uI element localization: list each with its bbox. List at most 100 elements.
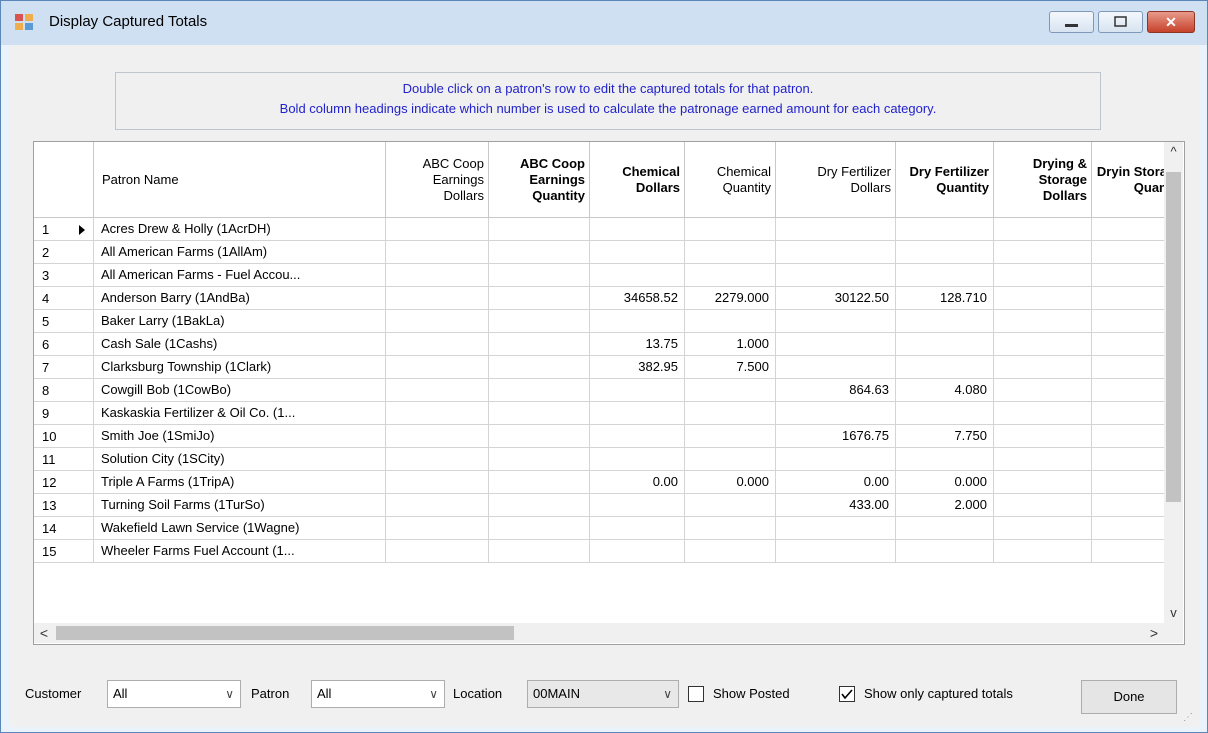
patron-name-cell[interactable]: Cash Sale (1Cashs) xyxy=(94,333,386,356)
value-cell[interactable] xyxy=(1092,310,1172,333)
value-cell[interactable] xyxy=(994,540,1092,563)
value-cell[interactable] xyxy=(489,448,590,471)
value-cell[interactable] xyxy=(489,379,590,402)
value-cell[interactable] xyxy=(489,517,590,540)
value-cell[interactable] xyxy=(386,494,489,517)
value-cell[interactable] xyxy=(386,448,489,471)
value-cell[interactable] xyxy=(386,471,489,494)
row-number[interactable]: 13 xyxy=(34,494,94,517)
value-cell[interactable] xyxy=(685,379,776,402)
value-cell[interactable] xyxy=(896,402,994,425)
column-header[interactable]: Dry Fertilizer Quantity xyxy=(896,142,994,218)
patron-name-cell[interactable]: Anderson Barry (1AndBa) xyxy=(94,287,386,310)
row-number[interactable]: 5 xyxy=(34,310,94,333)
row-number[interactable]: 9 xyxy=(34,402,94,425)
row-number[interactable]: 10 xyxy=(34,425,94,448)
table-row[interactable]: 2 All American Farms (1AllAm) xyxy=(34,241,1172,264)
row-number[interactable]: 4 xyxy=(34,287,94,310)
column-header[interactable]: ABC Coop Earnings Quantity xyxy=(489,142,590,218)
patron-name-cell[interactable]: Smith Joe (1SmiJo) xyxy=(94,425,386,448)
show-posted-label[interactable]: Show Posted xyxy=(713,686,790,701)
value-cell[interactable] xyxy=(776,264,896,287)
patron-name-cell[interactable]: Wheeler Farms Fuel Account (1... xyxy=(94,540,386,563)
value-cell[interactable]: 0.000 xyxy=(685,471,776,494)
row-number[interactable]: 2 xyxy=(34,241,94,264)
row-number[interactable]: 11 xyxy=(34,448,94,471)
location-select[interactable]: 00MAIN ∨ xyxy=(527,680,679,708)
value-cell[interactable] xyxy=(386,517,489,540)
value-cell[interactable] xyxy=(994,494,1092,517)
value-cell[interactable] xyxy=(994,425,1092,448)
value-cell[interactable] xyxy=(489,425,590,448)
value-cell[interactable] xyxy=(1092,264,1172,287)
value-cell[interactable] xyxy=(685,494,776,517)
value-cell[interactable] xyxy=(994,448,1092,471)
value-cell[interactable] xyxy=(896,310,994,333)
patron-name-cell[interactable]: Cowgill Bob (1CowBo) xyxy=(94,379,386,402)
table-row[interactable]: 14 Wakefield Lawn Service (1Wagne) xyxy=(34,517,1172,540)
value-cell[interactable] xyxy=(590,218,685,241)
value-cell[interactable] xyxy=(776,310,896,333)
table-row[interactable]: 1 Acres Drew & Holly (1AcrDH) xyxy=(34,218,1172,241)
horizontal-scrollbar[interactable]: < > xyxy=(34,623,1164,643)
value-cell[interactable]: 0.000 xyxy=(896,471,994,494)
scroll-up-icon[interactable]: ^ xyxy=(1164,142,1183,162)
value-cell[interactable] xyxy=(386,241,489,264)
patron-name-cell[interactable]: Baker Larry (1BakLa) xyxy=(94,310,386,333)
value-cell[interactable]: 382.95 xyxy=(590,356,685,379)
value-cell[interactable] xyxy=(489,264,590,287)
value-cell[interactable] xyxy=(386,218,489,241)
column-header[interactable]: Chemical Dollars xyxy=(590,142,685,218)
row-number[interactable]: 6 xyxy=(34,333,94,356)
value-cell[interactable]: 13.75 xyxy=(590,333,685,356)
table-row[interactable]: 4 Anderson Barry (1AndBa) 34658.52 2279.000… xyxy=(34,287,1172,310)
done-button[interactable]: Done xyxy=(1081,680,1177,714)
patron-name-cell[interactable]: Solution City (1SCity) xyxy=(94,448,386,471)
vertical-scroll-thumb[interactable] xyxy=(1166,172,1181,502)
value-cell[interactable] xyxy=(590,241,685,264)
value-cell[interactable] xyxy=(590,264,685,287)
value-cell[interactable] xyxy=(386,402,489,425)
value-cell[interactable] xyxy=(994,218,1092,241)
value-cell[interactable] xyxy=(994,310,1092,333)
value-cell[interactable] xyxy=(776,402,896,425)
value-cell[interactable] xyxy=(1092,517,1172,540)
column-header[interactable]: ABC Coop Earnings Dollars xyxy=(386,142,489,218)
show-posted-checkbox[interactable] xyxy=(688,686,704,702)
table-row[interactable]: 3 All American Farms - Fuel Accou... xyxy=(34,264,1172,287)
value-cell[interactable] xyxy=(685,540,776,563)
scroll-right-icon[interactable]: > xyxy=(1144,623,1164,643)
patron-name-cell[interactable]: All American Farms (1AllAm) xyxy=(94,241,386,264)
value-cell[interactable] xyxy=(489,471,590,494)
value-cell[interactable]: 7.500 xyxy=(685,356,776,379)
table-row[interactable]: 9 Kaskaskia Fertilizer & Oil Co. (1... xyxy=(34,402,1172,425)
horizontal-scroll-thumb[interactable] xyxy=(56,626,514,640)
title-bar[interactable]: Display Captured Totals ✕ xyxy=(1,1,1207,45)
value-cell[interactable] xyxy=(994,333,1092,356)
value-cell[interactable] xyxy=(386,287,489,310)
row-number[interactable]: 3 xyxy=(34,264,94,287)
value-cell[interactable] xyxy=(994,517,1092,540)
row-number[interactable]: 12 xyxy=(34,471,94,494)
value-cell[interactable] xyxy=(994,356,1092,379)
value-cell[interactable]: 0.00 xyxy=(590,471,685,494)
value-cell[interactable]: 4.080 xyxy=(896,379,994,402)
value-cell[interactable]: 2279.000 xyxy=(685,287,776,310)
table-row[interactable]: 15 Wheeler Farms Fuel Account (1... xyxy=(34,540,1172,563)
patron-name-cell[interactable]: Clarksburg Township (1Clark) xyxy=(94,356,386,379)
value-cell[interactable] xyxy=(489,333,590,356)
resize-grip-icon[interactable]: ⋰ xyxy=(1183,712,1193,723)
value-cell[interactable] xyxy=(685,218,776,241)
value-cell[interactable] xyxy=(776,356,896,379)
value-cell[interactable] xyxy=(896,356,994,379)
column-header[interactable]: Chemical Quantity xyxy=(685,142,776,218)
value-cell[interactable]: 34658.52 xyxy=(590,287,685,310)
value-cell[interactable] xyxy=(489,402,590,425)
value-cell[interactable] xyxy=(386,540,489,563)
table-row[interactable]: 13 Turning Soil Farms (1TurSo) 433.00 2.000 xyxy=(34,494,1172,517)
row-number[interactable]: 8 xyxy=(34,379,94,402)
value-cell[interactable] xyxy=(776,517,896,540)
value-cell[interactable] xyxy=(685,241,776,264)
value-cell[interactable]: 0.00 xyxy=(776,471,896,494)
value-cell[interactable] xyxy=(489,494,590,517)
